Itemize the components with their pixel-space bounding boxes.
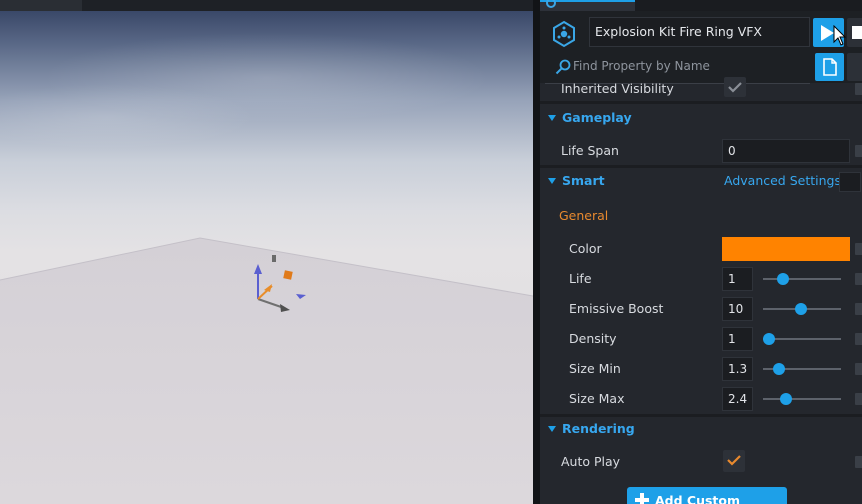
document-icon: [823, 58, 837, 76]
property-label: Life Span: [561, 143, 619, 158]
object-name-field[interactable]: Explosion Kit Fire Ring VFX: [589, 17, 810, 47]
property-row-inherited-visibility: Inherited Visibility: [540, 77, 862, 99]
property-label: Emissive Boost: [569, 301, 664, 316]
section-title: Gameplay: [562, 110, 632, 125]
slider-value-input[interactable]: 1.3: [722, 357, 753, 381]
properties-panel: Explosion Kit Fire Ring VFX Inherited Vi…: [540, 0, 862, 504]
section-title: Smart: [562, 173, 605, 188]
reset-icon[interactable]: [855, 363, 862, 375]
cursor-icon: [833, 25, 847, 46]
property-label: Color: [569, 241, 602, 256]
inherited-visibility-checkbox[interactable]: [724, 77, 746, 97]
section-rendering[interactable]: Rendering: [540, 416, 862, 442]
slider-handle[interactable]: [763, 333, 776, 345]
property-row-color: Color: [540, 237, 862, 261]
reset-icon[interactable]: [855, 393, 862, 405]
reset-icon[interactable]: [855, 83, 862, 95]
panel-divider[interactable]: [533, 0, 540, 504]
properties-tab-icon: [546, 0, 556, 8]
life-span-input[interactable]: 0: [722, 139, 850, 163]
document-button-secondary[interactable]: [847, 53, 862, 81]
reset-icon[interactable]: [855, 333, 862, 345]
slider-value-input[interactable]: 1: [722, 327, 753, 351]
search-icon: [555, 59, 571, 75]
property-label: Inherited Visibility: [561, 81, 674, 96]
add-custom-property-label: Add Custom Property: [655, 493, 741, 504]
section-title: Rendering: [562, 421, 635, 436]
object-header: Explosion Kit Fire Ring VFX: [540, 11, 862, 84]
slider-track[interactable]: [763, 398, 841, 400]
slider-handle[interactable]: [779, 393, 792, 405]
color-swatch[interactable]: [722, 237, 850, 261]
slider-value-input[interactable]: 2.4: [722, 387, 753, 411]
slider-value-input[interactable]: 10: [722, 297, 753, 321]
property-row-slider: Density 1: [540, 327, 862, 351]
plus-icon: [635, 493, 649, 504]
add-custom-property-button[interactable]: Add Custom Property: [627, 487, 787, 504]
slider-track[interactable]: [763, 278, 841, 280]
collapse-arrow-icon: [548, 115, 556, 121]
section-gameplay[interactable]: Gameplay: [540, 105, 862, 131]
reset-icon[interactable]: [855, 456, 862, 468]
tab-properties[interactable]: [540, 0, 635, 11]
checkmark-icon: [728, 82, 742, 93]
slider-handle[interactable]: [772, 363, 785, 375]
scene-viewport[interactable]: [0, 0, 533, 504]
auto-play-checkbox[interactable]: [723, 450, 745, 472]
transform-gizmo[interactable]: [250, 252, 310, 314]
property-label: Size Max: [569, 391, 625, 406]
reset-icon[interactable]: [855, 273, 862, 285]
collapse-arrow-icon: [548, 178, 556, 184]
property-row-auto-play: Auto Play: [540, 450, 862, 474]
property-row-slider: Emissive Boost 10: [540, 297, 862, 321]
collapse-arrow-icon: [548, 426, 556, 432]
group-general: General: [540, 204, 862, 228]
reset-icon[interactable]: [855, 303, 862, 315]
property-search: [545, 52, 810, 84]
viewport-toolbar: [0, 0, 533, 11]
slider-handle[interactable]: [777, 273, 790, 285]
vfx-object-icon: [553, 20, 575, 48]
group-heading: General: [559, 208, 609, 223]
reset-icon[interactable]: [855, 243, 862, 255]
panel-tab-strip: [540, 0, 862, 11]
stop-icon: [852, 26, 862, 39]
slider-handle[interactable]: [795, 303, 808, 315]
checkmark-icon: [727, 455, 741, 466]
property-label: Life: [569, 271, 592, 286]
search-input[interactable]: [573, 52, 808, 80]
property-row-slider: Life 1: [540, 267, 862, 291]
reset-icon[interactable]: [855, 145, 862, 157]
document-button[interactable]: [815, 53, 844, 81]
property-row-slider: Size Min 1.3: [540, 357, 862, 381]
slider-value-input[interactable]: 1: [722, 267, 753, 291]
property-label: Density: [569, 331, 617, 346]
property-label: Auto Play: [561, 454, 621, 469]
advanced-settings-toggle[interactable]: [839, 172, 861, 192]
advanced-settings-link[interactable]: Advanced Settings: [724, 168, 841, 194]
property-row-life-span: Life Span 0: [540, 139, 862, 163]
property-label: Size Min: [569, 361, 621, 376]
property-row-slider: Size Max 2.4: [540, 387, 862, 411]
divider: [540, 101, 862, 104]
stop-button[interactable]: [847, 18, 862, 47]
